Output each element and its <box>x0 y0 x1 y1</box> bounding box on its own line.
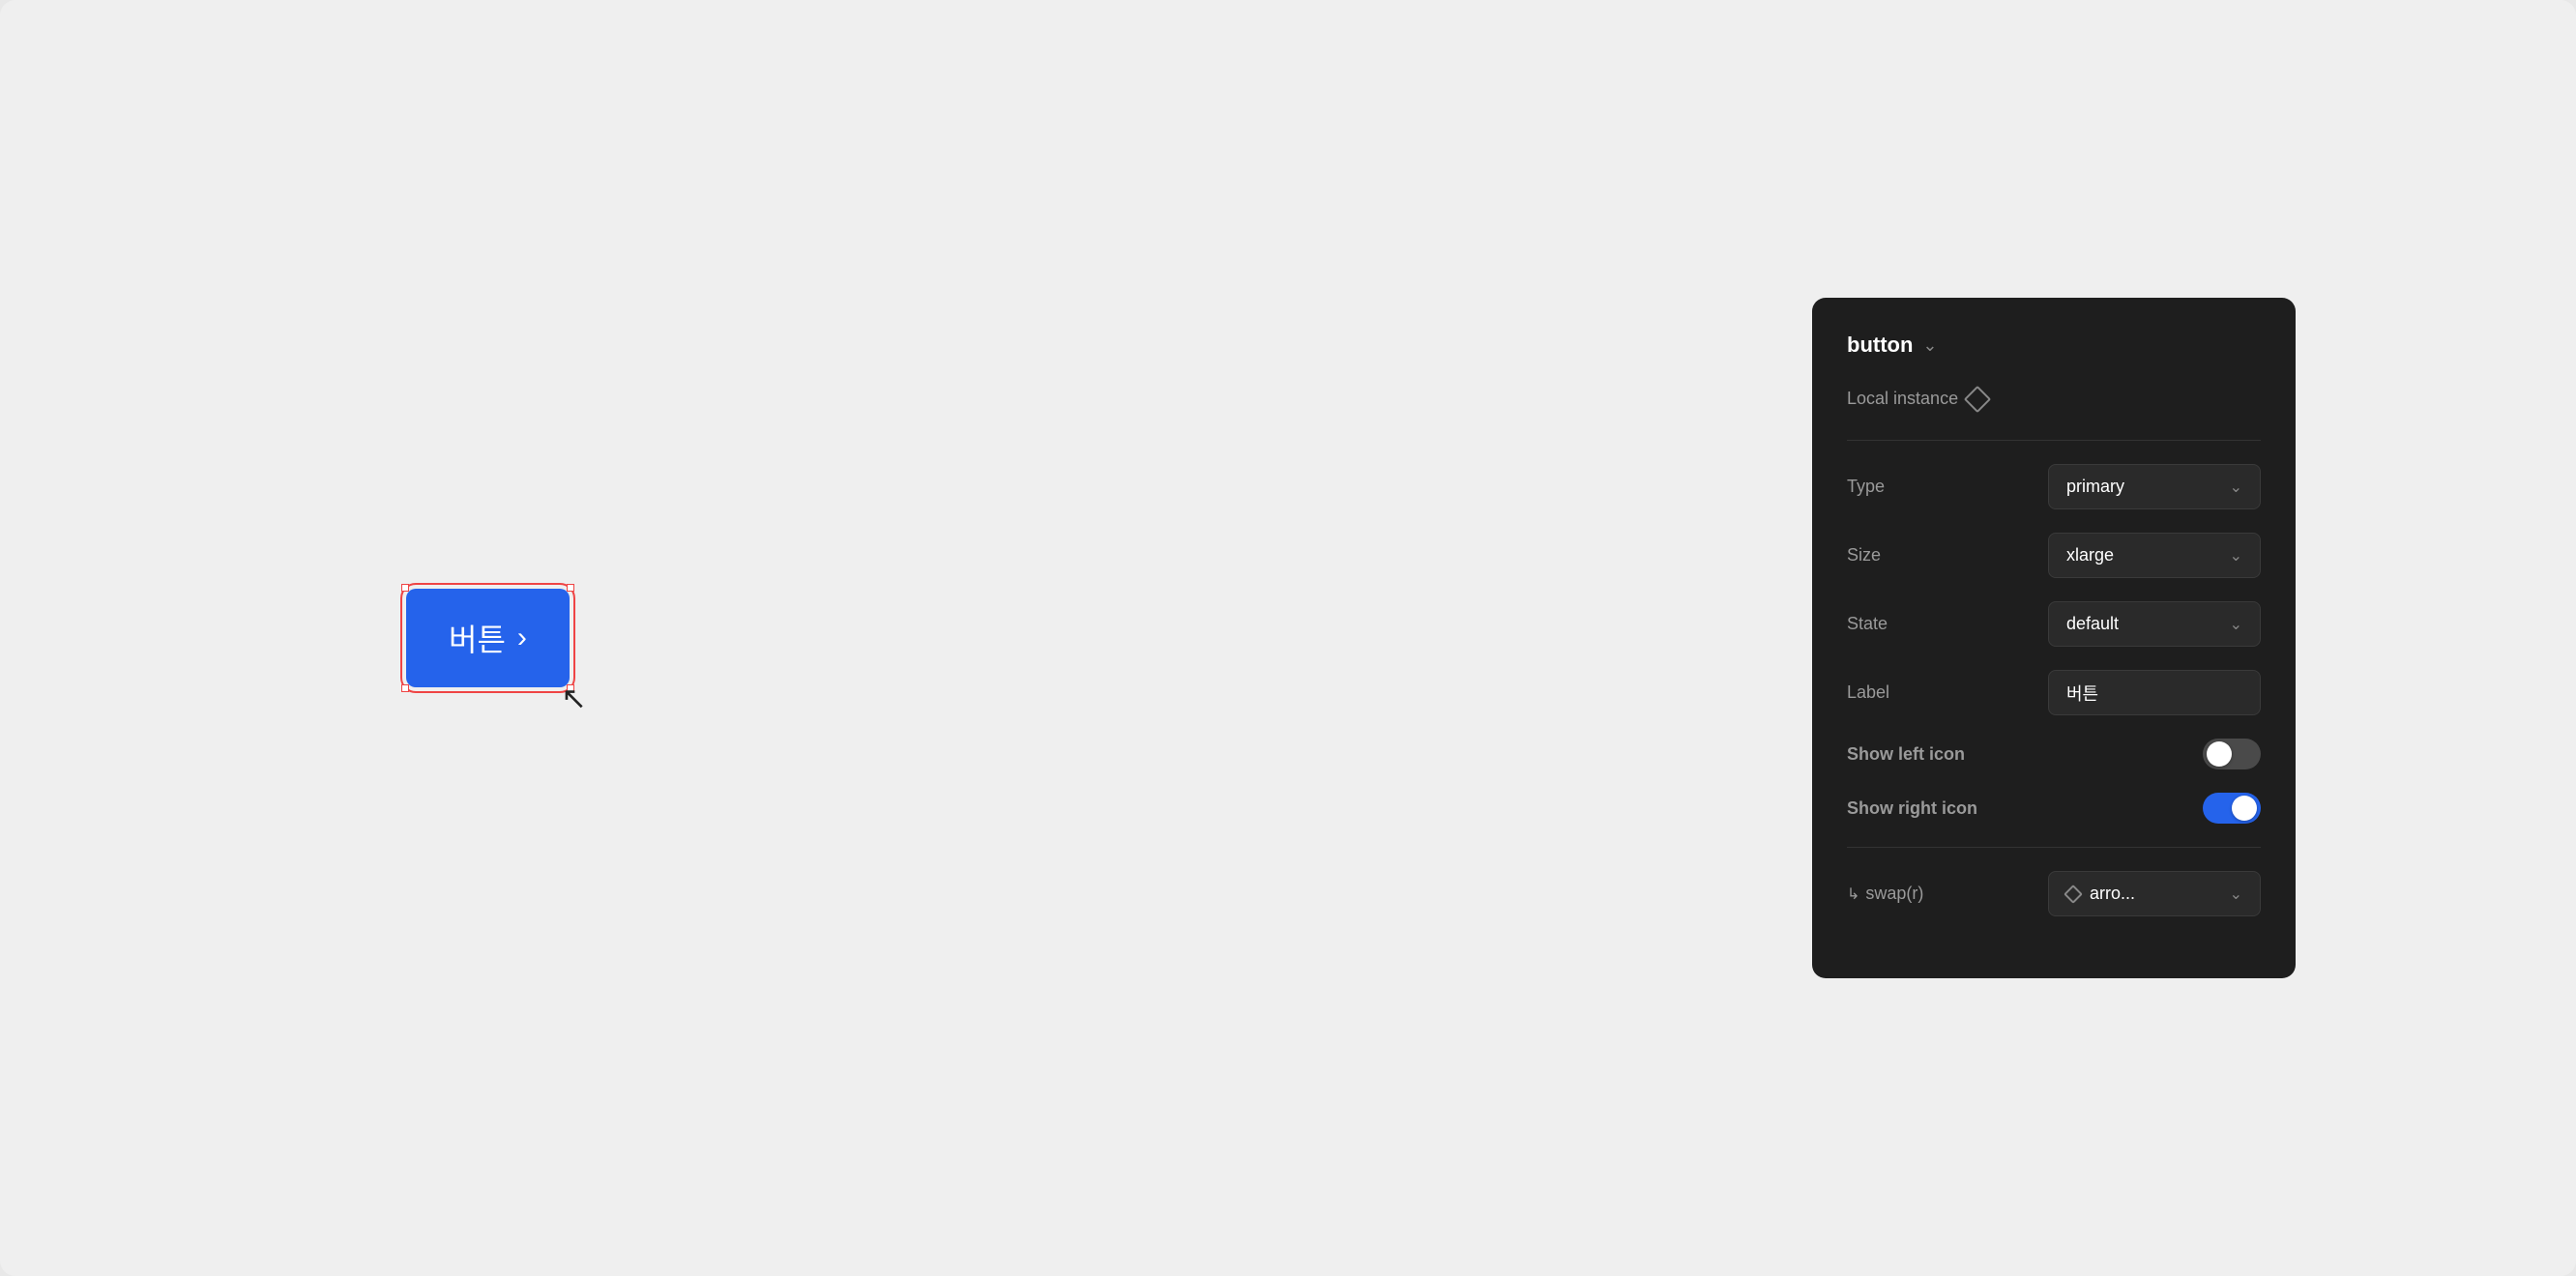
prop-row-state: State default ⌄ <box>1847 601 2261 647</box>
show-left-icon-toggle-knob <box>2207 741 2232 767</box>
swap-label-text: swap(r) <box>1865 884 1923 904</box>
show-right-icon-toggle[interactable] <box>2203 793 2261 824</box>
canvas-area: 버튼 › ↖ button ⌄ Local instance Type prim… <box>0 0 2576 1276</box>
canvas-button-wrapper: 버튼 › ↖ <box>406 589 570 687</box>
swap-arrow-icon: ↳ <box>1847 884 1859 904</box>
panel-title: button <box>1847 333 1913 358</box>
local-instance-diamond-icon[interactable] <box>1964 385 1991 412</box>
type-dropdown-value: primary <box>2066 477 2218 497</box>
state-dropdown[interactable]: default ⌄ <box>2048 601 2261 647</box>
swap-dropdown-chevron-icon: ⌄ <box>2230 884 2242 904</box>
type-dropdown[interactable]: primary ⌄ <box>2048 464 2261 509</box>
prop-row-swap: ↳ swap(r) arro... ⌄ <box>1847 871 2261 916</box>
panel-header: button ⌄ <box>1847 333 2261 358</box>
canvas-button[interactable]: 버튼 › ↖ <box>406 589 570 687</box>
selection-handle-tr <box>567 584 574 592</box>
prop-row-show-left-icon: Show left icon <box>1847 739 2261 769</box>
properties-panel: button ⌄ Local instance Type primary ⌄ S… <box>1812 298 2296 978</box>
divider-1 <box>1847 440 2261 441</box>
prop-label-type: Type <box>1847 477 1885 497</box>
selection-handle-tl <box>401 584 409 592</box>
prop-row-label: Label <box>1847 670 2261 715</box>
divider-2 <box>1847 847 2261 848</box>
state-dropdown-value: default <box>2066 614 2218 634</box>
prop-label-show-right-icon: Show right icon <box>1847 798 1977 819</box>
type-dropdown-chevron-icon: ⌄ <box>2230 478 2242 497</box>
show-left-icon-toggle[interactable] <box>2203 739 2261 769</box>
button-arrow-icon: › <box>517 622 527 654</box>
prop-row-type: Type primary ⌄ <box>1847 464 2261 509</box>
local-instance-row: Local instance <box>1847 389 2261 409</box>
prop-row-size: Size xlarge ⌄ <box>1847 533 2261 578</box>
prop-label-label: Label <box>1847 682 1889 703</box>
swap-diamond-icon <box>2064 884 2083 904</box>
prop-label-show-left-icon: Show left icon <box>1847 744 1965 765</box>
selection-handle-bl <box>401 684 409 692</box>
label-input[interactable] <box>2048 670 2261 715</box>
prop-row-show-right-icon: Show right icon <box>1847 793 2261 824</box>
size-dropdown-chevron-icon: ⌄ <box>2230 546 2242 566</box>
panel-chevron-icon[interactable]: ⌄ <box>1922 335 1937 356</box>
prop-label-swap: ↳ swap(r) <box>1847 884 1923 904</box>
swap-dropdown[interactable]: arro... ⌄ <box>2048 871 2261 916</box>
cursor-icon: ↖ <box>561 680 587 716</box>
show-right-icon-toggle-knob <box>2232 796 2257 821</box>
size-dropdown-value: xlarge <box>2066 545 2218 566</box>
local-instance-label: Local instance <box>1847 389 1958 409</box>
state-dropdown-chevron-icon: ⌄ <box>2230 615 2242 634</box>
button-label: 버튼 <box>449 616 506 660</box>
prop-label-size: Size <box>1847 545 1881 566</box>
prop-label-state: State <box>1847 614 1888 634</box>
size-dropdown[interactable]: xlarge ⌄ <box>2048 533 2261 578</box>
swap-dropdown-value: arro... <box>2090 884 2135 904</box>
swap-dropdown-inner: arro... <box>2066 884 2220 904</box>
